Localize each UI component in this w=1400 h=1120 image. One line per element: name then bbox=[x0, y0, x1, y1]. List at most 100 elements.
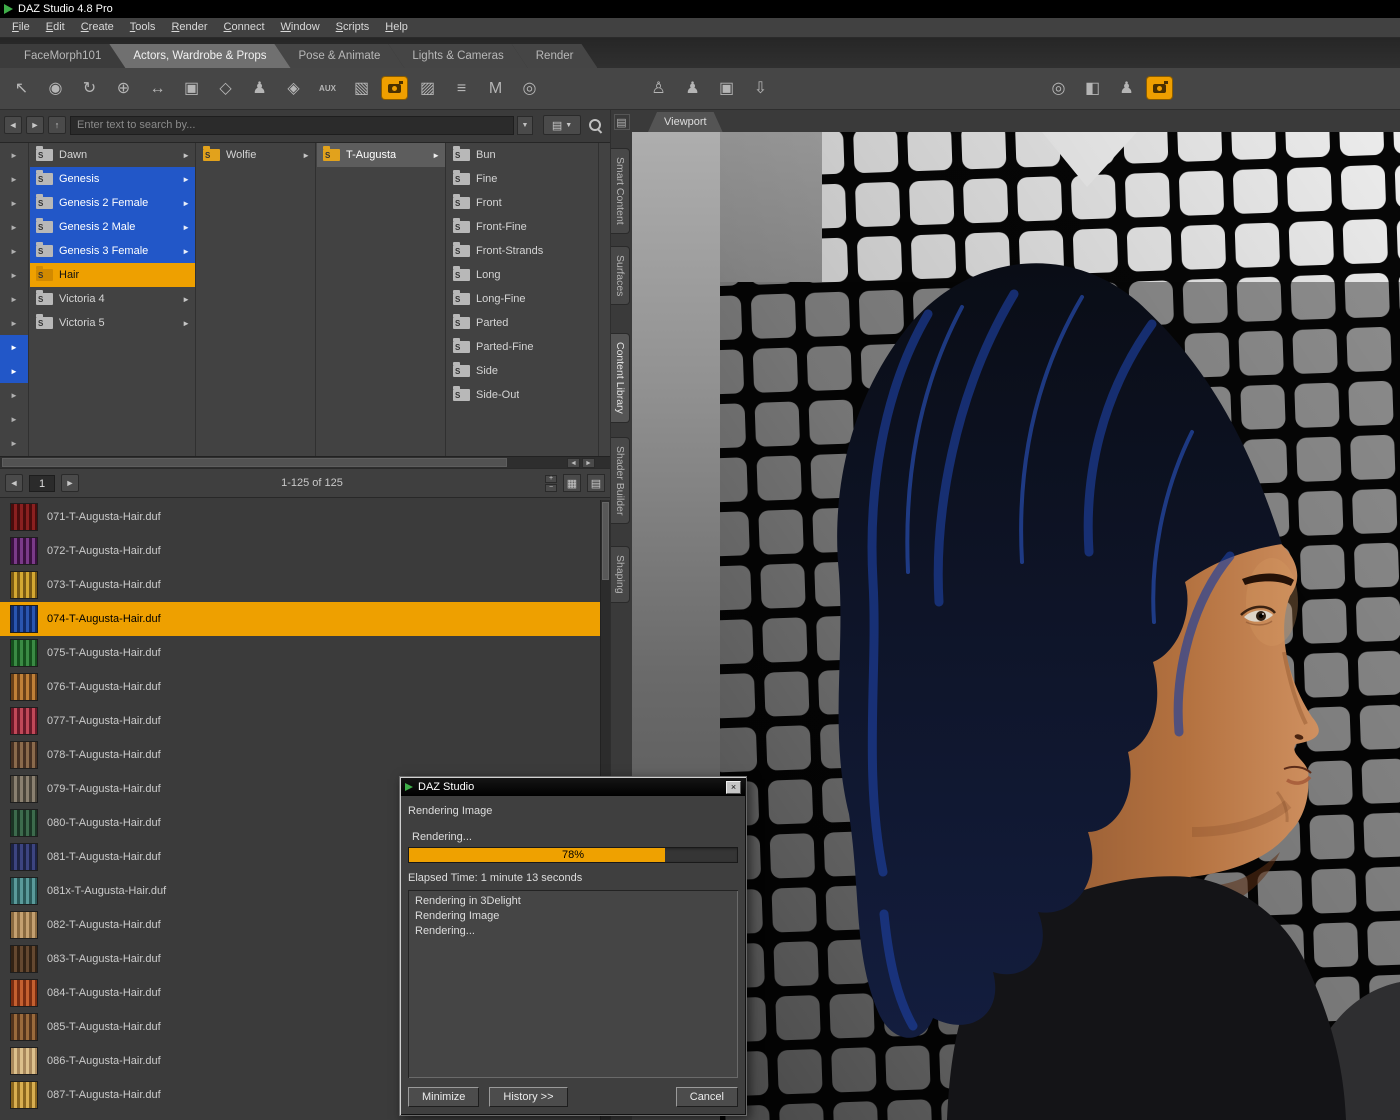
texture-view-icon[interactable]: ▧ bbox=[348, 75, 375, 102]
menu-item[interactable]: Create bbox=[73, 18, 122, 36]
view-options-button[interactable]: ▤ ▼ bbox=[543, 115, 581, 135]
cancel-button[interactable]: Cancel bbox=[675, 1087, 738, 1107]
wardrobe-icon[interactable]: ♟ bbox=[679, 75, 706, 102]
tree-folder-row[interactable]: S Genesis 2 Female ► bbox=[30, 191, 195, 215]
side-tab[interactable]: Surfaces bbox=[611, 245, 630, 306]
scrollbar-thumb[interactable] bbox=[602, 502, 609, 580]
file-item[interactable]: 076-T-Augusta-Hair.duf bbox=[0, 670, 600, 704]
up-button[interactable]: ↑ bbox=[48, 116, 66, 134]
scroll-right-icon[interactable]: ► bbox=[582, 458, 595, 468]
aim-icon[interactable]: ◎ bbox=[516, 75, 543, 102]
tree-expand-cell[interactable]: ► bbox=[0, 239, 28, 263]
scroll-left-icon[interactable]: ◄ bbox=[567, 458, 580, 468]
search-dropdown-icon[interactable]: ▼ bbox=[517, 115, 533, 135]
aux-viewport-icon[interactable]: AUX bbox=[314, 75, 341, 102]
tree-folder-row[interactable]: S Front-Fine bbox=[447, 215, 598, 239]
tree-folder-row[interactable]: S Parted bbox=[447, 311, 598, 335]
quick-render-icon[interactable] bbox=[1147, 77, 1172, 99]
menu-item[interactable]: Connect bbox=[216, 18, 273, 36]
workspace-tab[interactable]: Lights & Cameras bbox=[388, 44, 527, 68]
expand-arrow-icon[interactable]: ► bbox=[182, 199, 192, 208]
search-icon[interactable] bbox=[585, 115, 605, 135]
scale-tool-icon[interactable]: ▣ bbox=[178, 75, 205, 102]
tree-folder-row[interactable]: S Long bbox=[447, 263, 598, 287]
tree-expand-cell[interactable]: ► bbox=[0, 191, 28, 215]
tree-folder-row[interactable]: S Bun bbox=[447, 143, 598, 167]
back-button[interactable]: ◄ bbox=[4, 116, 22, 134]
list-view-button[interactable]: ▤ bbox=[587, 474, 605, 492]
search-input[interactable] bbox=[70, 115, 514, 135]
universal-tool-icon[interactable]: ⊕ bbox=[110, 75, 137, 102]
side-tab[interactable]: Content Library bbox=[611, 333, 630, 423]
file-item[interactable]: 077-T-Augusta-Hair.duf bbox=[0, 704, 600, 738]
tree-expand-cell[interactable]: ► bbox=[0, 335, 28, 359]
expand-arrow-icon[interactable]: ► bbox=[182, 319, 192, 328]
forward-button[interactable]: ► bbox=[26, 116, 44, 134]
transfer-down-icon[interactable]: ⇩ bbox=[747, 75, 774, 102]
tree-expand-cell[interactable]: ► bbox=[0, 167, 28, 191]
workspace-tab[interactable]: FaceMorph101 bbox=[0, 44, 125, 68]
minimize-button[interactable]: Minimize bbox=[408, 1087, 480, 1107]
tree-expand-cell[interactable]: ► bbox=[0, 263, 28, 287]
decrease-size-button[interactable]: − bbox=[545, 483, 557, 492]
figures-icon[interactable]: ♟ bbox=[1113, 75, 1140, 102]
file-item[interactable]: 071-T-Augusta-Hair.duf bbox=[0, 500, 600, 534]
render-icon[interactable] bbox=[382, 77, 407, 99]
file-item[interactable]: 075-T-Augusta-Hair.duf bbox=[0, 636, 600, 670]
tree-expand-cell[interactable]: ► bbox=[0, 311, 28, 335]
prev-page-button[interactable]: ◄ bbox=[5, 474, 23, 492]
file-item[interactable]: 074-T-Augusta-Hair.duf bbox=[0, 602, 600, 636]
expand-arrow-icon[interactable]: ► bbox=[182, 175, 192, 184]
file-item[interactable]: 078-T-Augusta-Hair.duf bbox=[0, 738, 600, 772]
workspace-tab[interactable]: Pose & Animate bbox=[275, 44, 405, 68]
tree-folder-row[interactable]: S Side bbox=[447, 359, 598, 383]
tree-folder-row[interactable]: S Front-Strands bbox=[447, 239, 598, 263]
tree-expand-cell[interactable]: ► bbox=[0, 383, 28, 407]
expand-arrow-icon[interactable]: ► bbox=[182, 223, 192, 232]
tree-folder-row[interactable]: S Genesis 2 Male ► bbox=[30, 215, 195, 239]
viewport-tab[interactable]: Viewport bbox=[648, 112, 723, 132]
grid-view-button[interactable]: ▦ bbox=[563, 474, 581, 492]
tree-folder-row[interactable]: S T-Augusta ► bbox=[317, 143, 445, 167]
tree-folder-row[interactable]: S Dawn ► bbox=[30, 143, 195, 167]
menu-item[interactable]: Scripts bbox=[328, 18, 378, 36]
tree-folder-row[interactable]: S Victoria 5 ► bbox=[30, 311, 195, 335]
menu-item[interactable]: Edit bbox=[38, 18, 73, 36]
menu-item[interactable]: File bbox=[4, 18, 38, 36]
tree-folder-row[interactable]: S Fine bbox=[447, 167, 598, 191]
duplicate-icon[interactable]: ▣ bbox=[713, 75, 740, 102]
translate-tool-icon[interactable]: ↔ bbox=[144, 75, 171, 102]
tree-expand-cell[interactable]: ► bbox=[0, 431, 28, 455]
history-button[interactable]: History >> bbox=[489, 1087, 568, 1107]
tree-folder-row[interactable]: S Genesis ► bbox=[30, 167, 195, 191]
tree-folder-row[interactable]: S Parted-Fine bbox=[447, 335, 598, 359]
close-icon[interactable]: × bbox=[726, 780, 741, 794]
tree-folder-row[interactable]: S Hair bbox=[30, 263, 195, 287]
tree-expand-cell[interactable]: ► bbox=[0, 407, 28, 431]
tree-expand-cell[interactable]: ► bbox=[0, 215, 28, 239]
workspace-tab[interactable]: Actors, Wardrobe & Props bbox=[109, 44, 290, 68]
tree-expand-cell[interactable]: ► bbox=[0, 143, 28, 167]
panel-toggle-icon[interactable]: ▤ bbox=[613, 114, 630, 130]
menu-item[interactable]: Render bbox=[163, 18, 215, 36]
figure-tool-icon[interactable]: ♟ bbox=[246, 75, 273, 102]
tree-folder-row[interactable]: S Side-Out bbox=[447, 383, 598, 407]
file-item[interactable]: 072-T-Augusta-Hair.duf bbox=[0, 534, 600, 568]
next-page-button[interactable]: ► bbox=[61, 474, 79, 492]
rotate-tool-icon[interactable]: ↻ bbox=[76, 75, 103, 102]
page-number-box[interactable]: 1 bbox=[29, 474, 55, 492]
tree-folder-row[interactable]: S Genesis 3 Female ► bbox=[30, 239, 195, 263]
orbit-view-icon[interactable]: ◎ bbox=[1045, 75, 1072, 102]
expand-arrow-icon[interactable]: ► bbox=[182, 295, 192, 304]
dialog-title-bar[interactable]: DAZ Studio × bbox=[401, 778, 745, 796]
viewport-canvas[interactable] bbox=[632, 132, 1400, 1120]
expand-arrow-icon[interactable]: ► bbox=[302, 151, 312, 160]
settings-icon[interactable]: ≡ bbox=[448, 75, 475, 102]
side-tab[interactable]: Smart Content bbox=[611, 148, 630, 234]
side-tab[interactable]: Shaping bbox=[611, 546, 630, 603]
node-tool-icon[interactable]: ◇ bbox=[212, 75, 239, 102]
shader-icon[interactable]: ▨ bbox=[414, 75, 441, 102]
cube-view-icon[interactable]: ◧ bbox=[1079, 75, 1106, 102]
tree-folder-row[interactable]: S Victoria 4 ► bbox=[30, 287, 195, 311]
tree-expand-cell[interactable]: ► bbox=[0, 359, 28, 383]
